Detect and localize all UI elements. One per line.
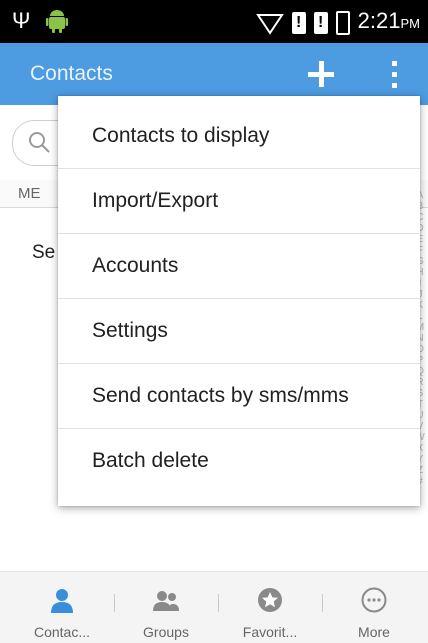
tab-label: Favorit... [242,624,298,640]
tab-divider [218,594,219,612]
tab-more[interactable]: More [324,572,424,643]
more-icon [361,587,387,613]
menu-item-label: Contacts to display [92,124,270,147]
tab-favorites[interactable]: Favorit... [220,572,320,643]
battery-charging-icon [335,10,350,35]
page-title: Contacts [30,62,113,85]
group-icon [153,591,179,611]
signal-icon-2 [313,11,328,34]
overflow-menu: Contacts to display Import/Export Accoun… [58,96,420,506]
search-icon [29,132,50,153]
tab-label: More [358,624,390,640]
menu-item-label: Send contacts by sms/mms [92,384,349,407]
wifi-icon [255,13,284,35]
overflow-menu-icon[interactable] [390,59,400,91]
clock: 2:21PM [357,8,420,33]
menu-item-send-contacts[interactable]: Send contacts by sms/mms [58,364,420,429]
menu-item-label: Accounts [92,254,179,277]
menu-item-label: Import/Export [92,189,219,212]
star-icon [258,588,282,612]
tab-label: Groups [143,624,189,640]
bottom-navigation: Contac... Groups Favorit... More [0,571,428,643]
tab-divider [322,594,323,612]
usb-icon: Ψ [12,8,31,33]
tab-divider [114,594,115,612]
status-bar: Ψ 2:21PM [0,0,428,43]
signal-icon [291,11,306,34]
menu-item-import-export[interactable]: Import/Export [58,169,420,234]
tab-label: Contac... [33,624,91,640]
tab-groups[interactable]: Groups [116,572,216,643]
tab-contacts[interactable]: Contac... [12,572,112,643]
menu-item-contacts-to-display[interactable]: Contacts to display [58,104,420,169]
person-icon [51,589,73,613]
section-label: ME [18,185,41,202]
add-contact-icon[interactable] [306,59,336,89]
menu-item-label: Settings [92,319,168,342]
menu-item-label: Batch delete [92,449,209,472]
menu-item-settings[interactable]: Settings [58,299,420,364]
android-icon [46,10,69,33]
menu-item-batch-delete[interactable]: Batch delete [58,429,420,494]
menu-item-accounts[interactable]: Accounts [58,234,420,299]
contact-name-partial[interactable]: Se [32,242,55,264]
